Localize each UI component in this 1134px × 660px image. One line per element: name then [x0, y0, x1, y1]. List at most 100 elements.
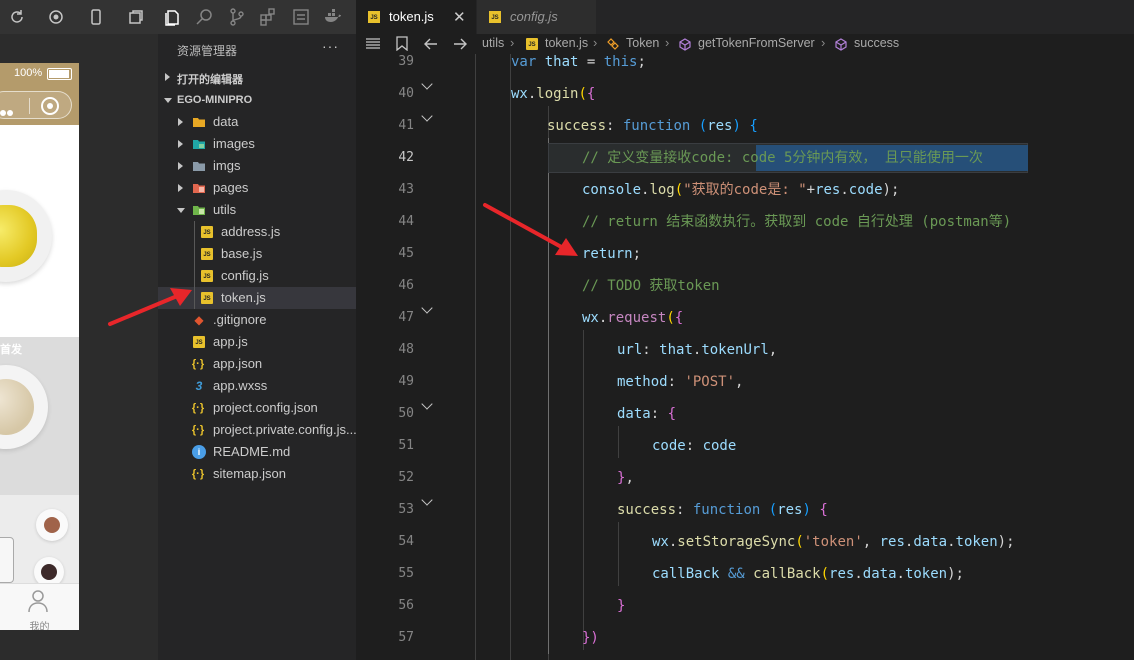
- tab-token-js[interactable]: JS token.js ✕: [356, 0, 477, 34]
- project-section[interactable]: EGO-MINIPRO: [158, 90, 356, 112]
- capsule-button[interactable]: [0, 91, 72, 119]
- breadcrumb-file[interactable]: token.js: [545, 36, 588, 50]
- tree-item-app-wxss[interactable]: 3 app.wxss: [158, 375, 356, 397]
- line-number: 41: [398, 118, 414, 133]
- tree-item-data[interactable]: data: [158, 111, 356, 133]
- phone-simulator[interactable]: 100% 首发 我的: [0, 63, 79, 630]
- breadcrumb-prop[interactable]: success: [854, 36, 899, 50]
- css-file-icon: 3: [195, 379, 203, 393]
- more-dots-icon[interactable]: [0, 103, 17, 116]
- chevron-right-icon: [178, 184, 183, 192]
- tree-item-base-js[interactable]: JS base.js: [158, 243, 356, 265]
- fold-chevron-icon[interactable]: [421, 494, 433, 506]
- tree-item-utils[interactable]: utils: [158, 199, 356, 221]
- tree-item-project-config-json[interactable]: {·} project.config.json: [158, 397, 356, 419]
- tab-mine-label[interactable]: 我的: [0, 618, 79, 630]
- code-line-39: var that = this;: [511, 54, 646, 70]
- tree-item-images[interactable]: images: [158, 133, 356, 155]
- code-line-40: wx.login({: [511, 86, 596, 102]
- more-actions-icon[interactable]: ···: [322, 38, 339, 54]
- docker-icon[interactable]: [324, 8, 342, 26]
- activity-bar: [158, 0, 356, 34]
- breadcrumb-separator: ›: [665, 35, 670, 50]
- code-line-56: }: [617, 598, 626, 614]
- bowl-image: [36, 509, 68, 541]
- tree-item-imgs[interactable]: imgs: [158, 155, 356, 177]
- tab-config-js[interactable]: JS config.js: [477, 0, 597, 34]
- list-icon[interactable]: [365, 37, 381, 51]
- tree-item-readme[interactable]: i README.md: [158, 441, 356, 463]
- indent-guide: [475, 54, 476, 660]
- search-icon[interactable]: [196, 8, 214, 26]
- tree-item-sitemap-json[interactable]: {·} sitemap.json: [158, 463, 356, 485]
- code-line-50: data: {: [617, 406, 677, 422]
- code-line-57: }): [582, 630, 599, 646]
- tree-item-label: sitemap.json: [213, 466, 286, 481]
- tree-item-token-js[interactable]: JS token.js: [158, 287, 356, 309]
- open-editors-section[interactable]: 打开的编辑器: [158, 67, 356, 89]
- fold-chevron-icon[interactable]: [421, 110, 433, 122]
- code-line-55: callBack && callBack(res.data.token);: [652, 566, 964, 582]
- tree-item-pages[interactable]: pages: [158, 177, 356, 199]
- user-icon[interactable]: [27, 589, 49, 613]
- bookmark-icon[interactable]: [396, 36, 408, 51]
- phone-icon[interactable]: [88, 9, 104, 25]
- source-control-icon[interactable]: [228, 8, 246, 26]
- breadcrumb-separator: ›: [593, 35, 598, 50]
- fold-chevron-icon[interactable]: [421, 78, 433, 90]
- breadcrumb: utils › JS token.js › Token › getTokenFr…: [356, 34, 1134, 54]
- mini-program-navbar: [0, 85, 79, 125]
- remote-icon[interactable]: [292, 8, 310, 26]
- line-number: 56: [398, 598, 414, 613]
- js-file-icon: JS: [368, 11, 380, 23]
- code-line-43: console.log("获取的code是: "+res.code);: [582, 182, 900, 198]
- product-section-2[interactable]: 首发: [0, 337, 79, 495]
- editor-tab-bar: JS token.js ✕ JS config.js: [356, 0, 1134, 34]
- tree-item-app-js[interactable]: JS app.js: [158, 331, 356, 353]
- breadcrumb-utils[interactable]: utils: [482, 36, 504, 50]
- tree-item-app-json[interactable]: {·} app.json: [158, 353, 356, 375]
- class-icon: [607, 38, 619, 50]
- battery-percentage: 100%: [14, 67, 43, 79]
- js-file-icon: JS: [201, 226, 213, 238]
- stop-icon[interactable]: [48, 9, 64, 25]
- fold-chevron-icon[interactable]: [421, 398, 433, 410]
- tree-item-label: token.js: [221, 290, 266, 305]
- product-section-3[interactable]: [0, 495, 79, 587]
- window-icon[interactable]: [128, 9, 144, 25]
- files-icon[interactable]: [163, 8, 181, 26]
- tree-item-label: .gitignore: [213, 312, 267, 327]
- indent-guide: [583, 330, 584, 650]
- tree-item-label: data: [213, 114, 239, 129]
- tree-item-label: app.json: [213, 356, 263, 371]
- line-number: 50: [398, 406, 414, 421]
- close-icon[interactable]: ✕: [453, 8, 466, 26]
- code-line-47: wx.request({: [582, 310, 684, 326]
- fold-chevron-icon[interactable]: [421, 302, 433, 314]
- back-arrow-icon[interactable]: [424, 37, 438, 51]
- refresh-icon[interactable]: [9, 9, 25, 25]
- code-line-42: // 定义变量接收code: code 5分钟内有效， 且只能使用一次: [582, 150, 983, 166]
- tree-item-address-js[interactable]: JS address.js: [158, 221, 356, 243]
- tree-item-label: project.private.config.js...: [213, 422, 357, 437]
- tree-item-config-js[interactable]: JS config.js: [158, 265, 356, 287]
- js-file-icon: JS: [201, 292, 213, 304]
- extensions-icon[interactable]: [259, 8, 277, 26]
- open-folder-icon: [193, 206, 205, 215]
- line-number: 52: [398, 470, 414, 485]
- tree-item-label: config.js: [221, 268, 269, 283]
- breadcrumb-method[interactable]: getTokenFromServer: [698, 36, 815, 50]
- tree-item-label: base.js: [221, 246, 263, 261]
- breadcrumb-class[interactable]: Token: [626, 36, 659, 50]
- tree-item-project-private-config[interactable]: {·} project.private.config.js...: [158, 419, 357, 441]
- code-editor[interactable]: var that = this; wx.login({ success: fun…: [451, 54, 1134, 660]
- tree-item-label: README.md: [213, 444, 291, 459]
- close-circle-icon[interactable]: [41, 97, 59, 115]
- tree-item-gitignore[interactable]: ◆ .gitignore: [158, 309, 356, 331]
- forward-arrow-icon[interactable]: [453, 37, 467, 51]
- line-number: 49: [398, 374, 414, 389]
- product-section-1[interactable]: [0, 125, 79, 337]
- code-line-53: success: function (res) {: [617, 502, 828, 518]
- js-file-icon: JS: [526, 38, 538, 50]
- folder-icon: [193, 162, 205, 171]
